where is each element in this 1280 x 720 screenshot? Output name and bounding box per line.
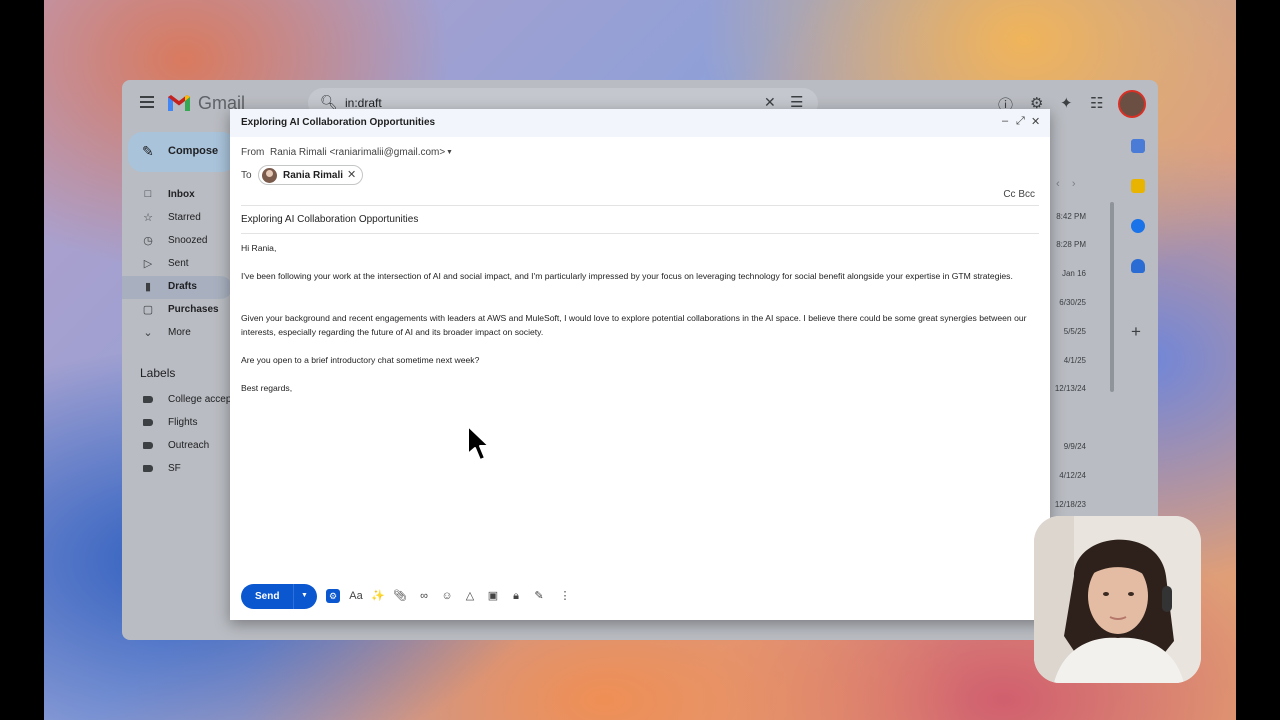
chevron-down-icon: ⌄	[143, 327, 153, 339]
nav-more[interactable]: ⌄ More	[122, 322, 232, 345]
add-app-icon[interactable]: +	[1131, 322, 1141, 342]
send-label: Send	[255, 591, 280, 602]
body-paragraph[interactable]: Are you open to a brief introductory cha…	[241, 353, 1041, 367]
clock-icon: ◷	[143, 235, 153, 247]
label-sf[interactable]: SF	[168, 463, 181, 474]
attach-file-icon[interactable]: 📎︎	[393, 589, 407, 603]
mail-date: 4/12/24	[1059, 471, 1086, 480]
nav-label: Inbox	[168, 189, 195, 200]
presenter-figure-icon	[1034, 516, 1201, 683]
nav-label: Starred	[168, 212, 201, 223]
close-icon[interactable]: ✕	[1031, 115, 1040, 128]
exit-fullscreen-icon[interactable]: ⤢	[1016, 115, 1025, 128]
label-college[interactable]: College accep	[168, 394, 231, 405]
google-drive-icon[interactable]: △	[463, 589, 477, 603]
from-field[interactable]: Rania Rimali <raniarimalii@gmail.com>	[270, 147, 445, 158]
menu-icon[interactable]	[140, 96, 154, 108]
recipient-name: Rania Rimali	[283, 170, 344, 181]
more-options-icon[interactable]: ⋮	[558, 589, 572, 603]
divider	[241, 233, 1039, 234]
mouse-cursor-icon	[467, 425, 490, 461]
from-label: From	[241, 147, 265, 158]
compose-label: Compose	[168, 145, 219, 157]
mail-date: 5/5/25	[1063, 327, 1086, 336]
gmail-logo-icon	[168, 95, 190, 111]
gemini-sparkle-icon[interactable]: ✦	[1060, 94, 1073, 112]
nav-label: More	[168, 327, 191, 338]
body-paragraph[interactable]: I've been following your work at the int…	[241, 269, 1041, 283]
label-tag-icon	[143, 419, 153, 426]
signature-pen-icon[interactable]: ✎	[532, 589, 546, 603]
mail-date: Jan 16	[1061, 269, 1086, 278]
nav-sent[interactable]: ▷ Sent	[122, 253, 232, 276]
nav-snoozed[interactable]: ◷ Snoozed	[122, 230, 232, 253]
nav-inbox[interactable]: □ Inbox	[122, 184, 232, 207]
label-flights[interactable]: Flights	[168, 417, 197, 428]
webcam-presenter-overlay	[1034, 516, 1201, 683]
subject-field[interactable]: Exploring AI Collaboration Opportunities	[241, 214, 418, 225]
minimize-icon[interactable]: –	[1002, 115, 1008, 127]
send-divider	[293, 584, 294, 609]
bag-icon: ▢	[142, 304, 154, 316]
compose-button[interactable]: ✎ Compose	[128, 132, 236, 172]
pager-arrows-icon[interactable]: ‹ ›	[1056, 178, 1076, 190]
gemini-help-me-write-icon[interactable]: ⚙	[326, 589, 340, 603]
insert-photo-icon[interactable]: ▣	[486, 589, 500, 603]
cc-bcc-link[interactable]: Cc Bcc	[1003, 189, 1035, 200]
compose-dialog: Exploring AI Collaboration Opportunities…	[230, 109, 1050, 620]
remove-recipient-icon[interactable]: ✕	[347, 168, 356, 181]
nav-label: Snoozed	[168, 235, 208, 246]
pencil-icon: ✎	[142, 143, 154, 159]
nav-label: Sent	[168, 258, 189, 269]
send-button[interactable]: Send ▼	[241, 584, 317, 609]
to-label: To	[241, 170, 252, 181]
keep-app-icon[interactable]	[1131, 179, 1145, 193]
apps-grid-icon[interactable]: ☷	[1090, 94, 1103, 112]
nav-label: Purchases	[168, 304, 219, 315]
body-signoff[interactable]: Best regards,	[241, 381, 1041, 395]
schedule-send-chevron-icon[interactable]: ▼	[301, 592, 308, 599]
nav-drafts[interactable]: ▮ Drafts	[122, 276, 232, 299]
nav-label: Drafts	[168, 281, 197, 292]
insert-link-icon[interactable]: ∞	[417, 589, 431, 603]
nav-purchases[interactable]: ▢ Purchases	[122, 299, 232, 322]
emoji-icon[interactable]: ☺	[440, 589, 454, 603]
label-tag-icon	[143, 396, 153, 403]
compose-header[interactable]: Exploring AI Collaboration Opportunities…	[230, 109, 1050, 137]
formatting-options-icon[interactable]: Aa	[347, 589, 365, 603]
mail-date: 4/1/25	[1063, 356, 1086, 365]
mail-date: 12/18/23	[1054, 500, 1086, 509]
search-input[interactable]: in:draft	[345, 96, 382, 110]
divider	[241, 205, 1039, 206]
send-icon: ▷	[143, 258, 153, 270]
account-avatar[interactable]	[1118, 90, 1146, 118]
mail-list-scrollbar[interactable]	[1110, 202, 1114, 392]
nav-starred[interactable]: ☆ Starred	[122, 207, 232, 230]
mail-date: 9/9/24	[1063, 442, 1086, 451]
star-icon: ☆	[143, 212, 153, 224]
compose-title: Exploring AI Collaboration Opportunities	[241, 117, 436, 128]
label-tag-icon	[143, 465, 153, 472]
draft-icon: ▮	[144, 281, 152, 293]
recipient-chip[interactable]: Rania Rimali ✕	[258, 165, 363, 185]
mail-date: 6/30/25	[1059, 298, 1086, 307]
screen: Gmail 🔍︎ in:draft ✕ ☰ ⓘ ⚙ ✦ ☷ ✎ Compose …	[0, 0, 1280, 720]
mail-date: 8:42 PM	[1056, 212, 1086, 221]
calendar-app-icon[interactable]	[1131, 139, 1145, 153]
tasks-app-icon[interactable]	[1131, 219, 1145, 233]
magic-wand-icon[interactable]: ✨	[371, 589, 385, 603]
confidential-mode-icon[interactable]: 🔒︎	[509, 589, 523, 603]
mail-date: 8:28 PM	[1056, 240, 1086, 249]
labels-heading: Labels	[140, 366, 176, 380]
label-outreach[interactable]: Outreach	[168, 440, 209, 451]
inbox-icon: □	[144, 188, 152, 200]
mail-date: 12/13/24	[1054, 384, 1086, 393]
contacts-app-icon[interactable]	[1131, 259, 1145, 273]
body-greeting[interactable]: Hi Rania,	[241, 241, 1041, 255]
body-paragraph[interactable]: Given your background and recent engagem…	[241, 311, 1041, 339]
from-dropdown-icon[interactable]: ▼	[446, 149, 453, 156]
recipient-avatar	[262, 168, 277, 183]
label-tag-icon	[143, 442, 153, 449]
